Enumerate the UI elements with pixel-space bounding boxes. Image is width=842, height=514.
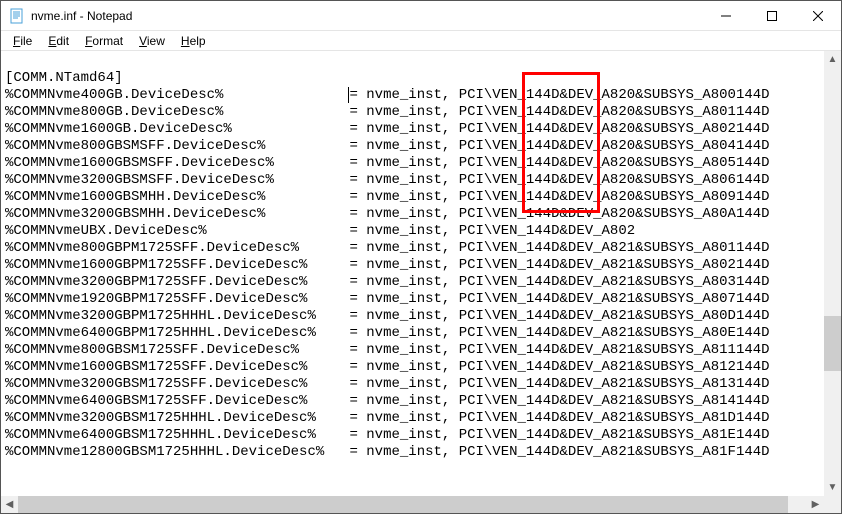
- text-line: %COMMNvme12800GBSM1725HHHL.DeviceDesc% =…: [5, 444, 820, 461]
- menubar: File Edit Format View Help: [1, 31, 841, 51]
- menu-edit[interactable]: Edit: [40, 33, 77, 49]
- menu-help[interactable]: Help: [173, 33, 214, 49]
- text-line: %COMMNvme1920GBPM1725SFF.DeviceDesc% = n…: [5, 291, 820, 308]
- text-line: %COMMNvme1600GB.DeviceDesc% = nvme_inst,…: [5, 121, 820, 138]
- scroll-thumb-h[interactable]: [18, 496, 788, 513]
- text-line: %COMMNvme800GBSMSFF.DeviceDesc% = nvme_i…: [5, 138, 820, 155]
- scroll-up-button[interactable]: ▲: [824, 51, 841, 68]
- text-line: %COMMNvme6400GBSM1725HHHL.DeviceDesc% = …: [5, 427, 820, 444]
- text-line: %COMMNvme400GB.DeviceDesc% = nvme_inst, …: [5, 87, 820, 104]
- text-line: [5, 53, 820, 70]
- menu-view[interactable]: View: [131, 33, 173, 49]
- horizontal-scrollbar[interactable]: ◀ ▶: [1, 496, 824, 513]
- editor-area: [COMM.NTamd64]%COMMNvme400GB.DeviceDesc%…: [1, 51, 841, 496]
- menu-format[interactable]: Format: [77, 33, 131, 49]
- text-line: %COMMNvme3200GBPM1725HHHL.DeviceDesc% = …: [5, 308, 820, 325]
- text-line: %COMMNvme3200GBSM1725SFF.DeviceDesc% = n…: [5, 376, 820, 393]
- text-line: %COMMNvme3200GBSM1725HHHL.DeviceDesc% = …: [5, 410, 820, 427]
- scroll-thumb-v[interactable]: [824, 316, 841, 371]
- text-editor[interactable]: [COMM.NTamd64]%COMMNvme400GB.DeviceDesc%…: [1, 51, 824, 496]
- text-line: %COMMNvme1600GBSMSFF.DeviceDesc% = nvme_…: [5, 155, 820, 172]
- scroll-left-button[interactable]: ◀: [1, 496, 18, 513]
- text-line: [COMM.NTamd64]: [5, 70, 820, 87]
- text-line: %COMMNvme800GBPM1725SFF.DeviceDesc% = nv…: [5, 240, 820, 257]
- text-line: %COMMNvmeUBX.DeviceDesc% = nvme_inst, PC…: [5, 223, 820, 240]
- maximize-button[interactable]: [749, 1, 795, 30]
- titlebar[interactable]: nvme.inf - Notepad: [1, 1, 841, 31]
- text-line: %COMMNvme1600GBSMHH.DeviceDesc% = nvme_i…: [5, 189, 820, 206]
- scroll-track-v[interactable]: [824, 68, 841, 479]
- text-line: %COMMNvme3200GBSMSFF.DeviceDesc% = nvme_…: [5, 172, 820, 189]
- minimize-button[interactable]: [703, 1, 749, 30]
- scroll-down-button[interactable]: ▼: [824, 479, 841, 496]
- menu-file[interactable]: File: [5, 33, 40, 49]
- text-line: %COMMNvme800GB.DeviceDesc% = nvme_inst, …: [5, 104, 820, 121]
- text-line: %COMMNvme1600GBPM1725SFF.DeviceDesc% = n…: [5, 257, 820, 274]
- text-line: %COMMNvme1600GBSM1725SFF.DeviceDesc% = n…: [5, 359, 820, 376]
- text-line: %COMMNvme3200GBSMHH.DeviceDesc% = nvme_i…: [5, 206, 820, 223]
- scroll-right-button[interactable]: ▶: [807, 496, 824, 513]
- window-title: nvme.inf - Notepad: [31, 9, 703, 23]
- scroll-track-h[interactable]: [18, 496, 807, 513]
- text-line: %COMMNvme800GBSM1725SFF.DeviceDesc% = nv…: [5, 342, 820, 359]
- text-line: %COMMNvme6400GBPM1725HHHL.DeviceDesc% = …: [5, 325, 820, 342]
- scroll-corner: [824, 496, 841, 513]
- close-button[interactable]: [795, 1, 841, 30]
- vertical-scrollbar[interactable]: ▲ ▼: [824, 51, 841, 496]
- text-line: %COMMNvme6400GBSM1725SFF.DeviceDesc% = n…: [5, 393, 820, 410]
- notepad-icon: [9, 8, 25, 24]
- text-line: %COMMNvme3200GBPM1725SFF.DeviceDesc% = n…: [5, 274, 820, 291]
